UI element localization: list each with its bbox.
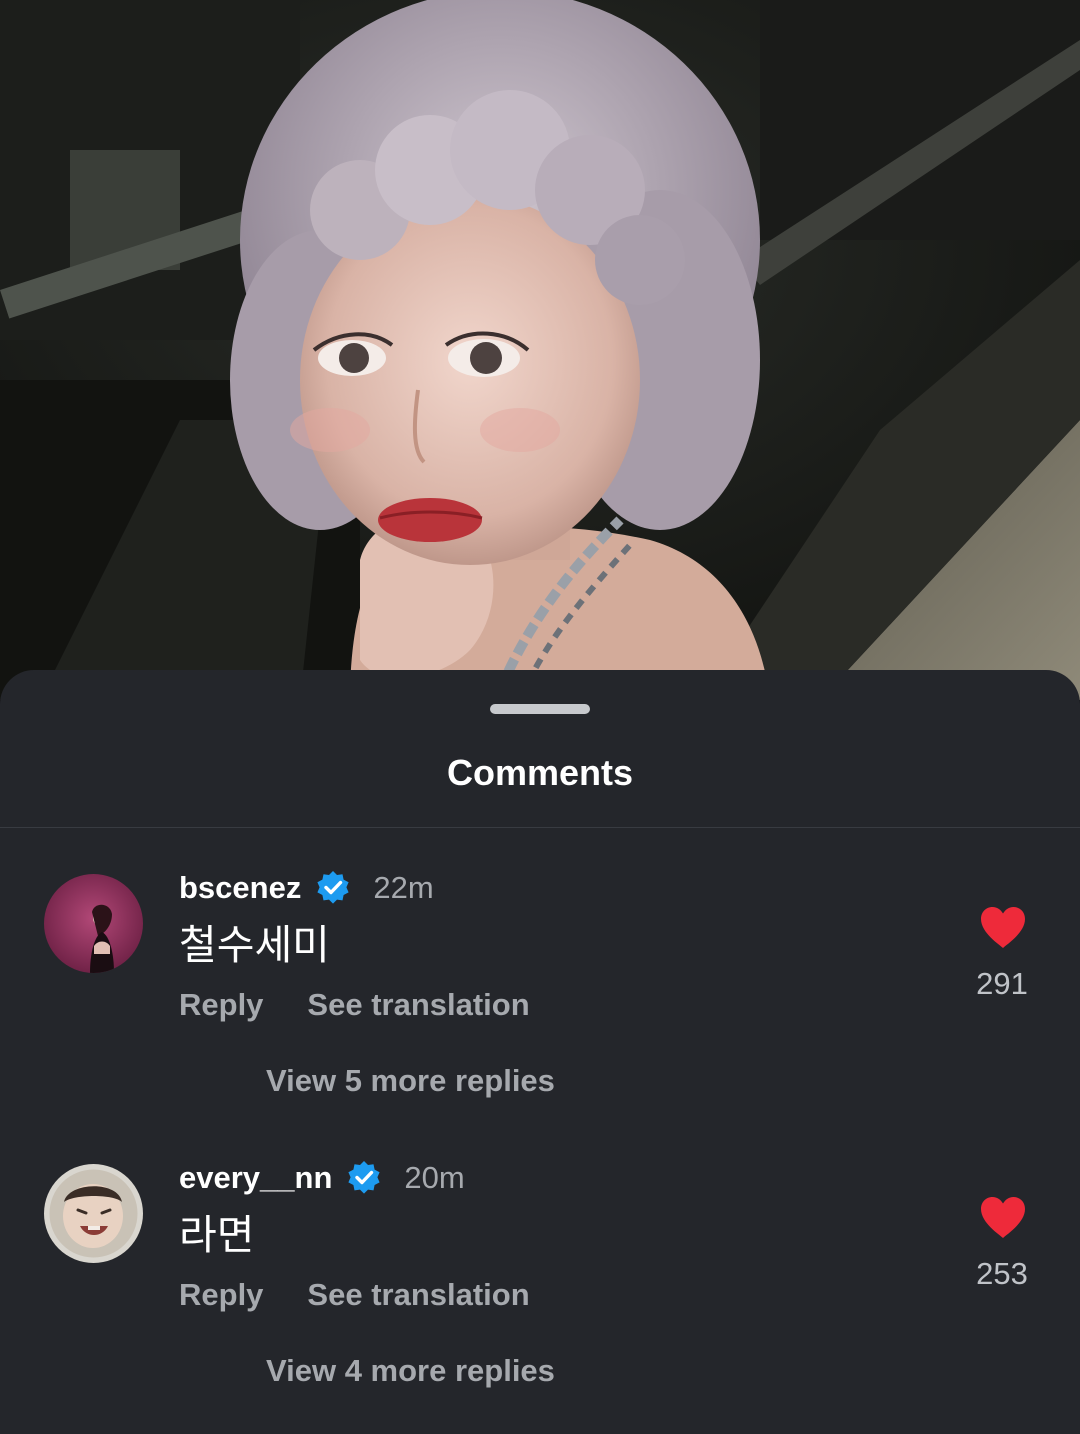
verified-badge-icon (346, 1160, 382, 1196)
like-count: 253 (976, 1256, 1028, 1291)
comment-item: bscenez 22m 철수세미 Reply See translation V… (0, 868, 1080, 1138)
post-photo[interactable] (0, 0, 1080, 700)
like-count: 291 (976, 966, 1028, 1001)
comment-text: 철수세미 (179, 922, 330, 968)
comment-actions: Reply See translation (179, 1275, 530, 1315)
view-replies-button[interactable]: View 4 more replies (266, 1353, 555, 1389)
see-translation-button[interactable]: See translation (307, 987, 529, 1023)
reply-button[interactable]: Reply (179, 1277, 263, 1313)
heart-icon[interactable] (978, 1194, 1028, 1240)
comment-header: bscenez 22m (179, 868, 434, 908)
comment-text: 라면 (179, 1212, 255, 1258)
heart-icon[interactable] (978, 904, 1028, 950)
comment-time: 22m (373, 870, 434, 905)
post-photo-illustration (0, 0, 1080, 700)
see-translation-button[interactable]: See translation (307, 1277, 529, 1313)
sheet-drag-handle[interactable] (490, 704, 590, 714)
avatar-image (44, 1164, 143, 1263)
username[interactable]: every__nn (179, 1160, 332, 1196)
avatar-image (44, 874, 143, 973)
comment-actions: Reply See translation (179, 985, 530, 1025)
comment-time: 20m (404, 1160, 465, 1195)
username[interactable]: bscenez (179, 870, 301, 906)
sheet-title: Comments (446, 752, 634, 793)
comments-sheet: Comments bscenez 22m 철수세미 Reply See tran… (0, 670, 1080, 1434)
comment-header: every__nn 20m (179, 1158, 465, 1198)
view-replies-button[interactable]: View 5 more replies (266, 1063, 555, 1099)
avatar[interactable] (44, 1164, 143, 1263)
reply-button[interactable]: Reply (179, 987, 263, 1023)
app-screen: Comments bscenez 22m 철수세미 Reply See tran… (0, 0, 1080, 1434)
sheet-divider (0, 827, 1080, 828)
comment-item: every__nn 20m 라면 Reply See translation V… (0, 1158, 1080, 1428)
verified-badge-icon (315, 870, 351, 906)
avatar[interactable] (44, 874, 143, 973)
